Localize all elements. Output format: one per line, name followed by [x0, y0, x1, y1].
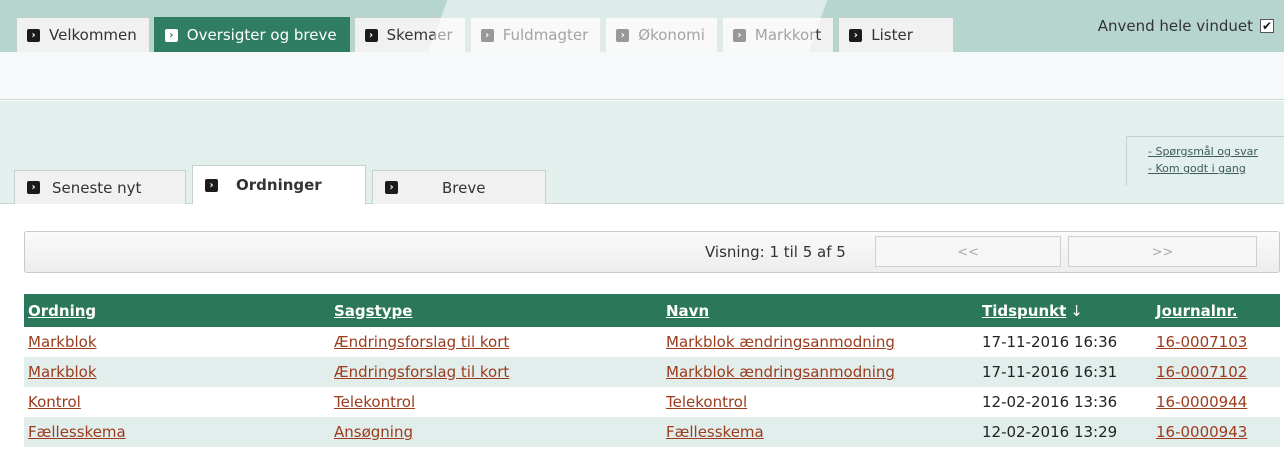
- cell-tidspunkt: 12-02-2016 13:29: [978, 417, 1152, 447]
- table-row: Markblok Ændringsforslag til kort Markbl…: [24, 357, 1280, 387]
- tab-skemaer[interactable]: › Skemaer: [353, 17, 466, 52]
- next-page-button[interactable]: >>: [1068, 236, 1257, 267]
- navn-link[interactable]: Telekontrol: [666, 393, 747, 411]
- cell-tidspunkt: 17-11-2016 16:31: [978, 357, 1152, 387]
- cell-journalnr: 16-0000944: [1152, 387, 1280, 417]
- tab-label: Velkommen: [49, 26, 137, 44]
- arrow-right-icon: ›: [385, 181, 398, 194]
- tab-label: Oversigter og breve: [186, 26, 337, 44]
- journalnr-link[interactable]: 16-0007103: [1156, 333, 1247, 351]
- tab-label: Ordninger: [236, 176, 322, 194]
- ordning-link[interactable]: Fællesskema: [28, 423, 126, 441]
- sagstype-link[interactable]: Telekontrol: [334, 393, 415, 411]
- header-label: Ordning: [28, 301, 97, 320]
- fullwindow-toggle: Anvend hele vinduet ✔: [1098, 17, 1274, 35]
- journalnr-link[interactable]: 16-0000944: [1156, 393, 1247, 411]
- tab-fuldmagter[interactable]: › Fuldmagter: [469, 17, 602, 52]
- main-tabs: › Velkommen › Oversigter og breve › Skemaer…: [16, 17, 958, 52]
- cell-ordning: Kontrol: [24, 387, 330, 417]
- tab-ordninger[interactable]: › Ordninger: [192, 165, 366, 205]
- tab-markkort[interactable]: › Markkort: [721, 17, 835, 52]
- cell-journalnr: 16-0007103: [1152, 327, 1280, 357]
- tab-label: Skemaer: [386, 26, 453, 44]
- cell-sagstype: Ansøgning: [330, 417, 662, 447]
- cell-ordning: Fællesskema: [24, 417, 330, 447]
- cell-sagstype: Telekontrol: [330, 387, 662, 417]
- table-row: Markblok Ændringsforslag til kort Markbl…: [24, 327, 1280, 357]
- cell-navn: Fællesskema: [662, 417, 978, 447]
- tab-lister[interactable]: › Lister: [838, 17, 954, 52]
- sagstype-link[interactable]: Ændringsforslag til kort: [334, 363, 509, 381]
- arrow-right-icon: ›: [480, 28, 494, 42]
- column-header-navn[interactable]: Navn: [662, 294, 978, 327]
- cell-journalnr: 16-0007102: [1152, 357, 1280, 387]
- cell-navn: Markblok ændringsanmodning: [662, 327, 978, 357]
- table-row: Fællesskema Ansøgning Fællesskema 12-02-…: [24, 417, 1280, 447]
- table-row: Kontrol Telekontrol Telekontrol 12-02-20…: [24, 387, 1280, 417]
- journalnr-link[interactable]: 16-0007102: [1156, 363, 1247, 381]
- tab-label: Markkort: [754, 26, 822, 44]
- tab-label: Lister: [871, 26, 913, 44]
- header-label: Tidspunkt: [982, 301, 1067, 320]
- cell-ordning: Markblok: [24, 327, 330, 357]
- column-header-sagstype[interactable]: Sagstype: [330, 294, 662, 327]
- fullwindow-label: Anvend hele vinduet: [1097, 17, 1253, 35]
- arrow-right-icon: ›: [205, 178, 218, 192]
- cell-sagstype: Ændringsforslag til kort: [330, 357, 662, 387]
- tab-label: Seneste nyt: [52, 178, 142, 197]
- cell-tidspunkt: 12-02-2016 13:36: [982, 393, 1118, 411]
- getting-started-link[interactable]: - Kom godt i gang: [1148, 160, 1284, 177]
- column-header-journalnr[interactable]: Journalnr.: [1152, 294, 1280, 327]
- arrow-right-icon: ›: [164, 28, 178, 42]
- tab-oversigter-og-breve[interactable]: › Oversigter og breve: [153, 17, 350, 52]
- main-tab-bar: › Velkommen › Oversigter og breve › Skemaer…: [0, 0, 1284, 60]
- sagstype-link[interactable]: Ansøgning: [334, 423, 413, 441]
- tab-seneste-nyt[interactable]: › Seneste nyt: [14, 170, 186, 204]
- pager-bar: Visning: 1 til 5 af 5 << >>: [24, 231, 1280, 273]
- toolbar-strip: [0, 52, 1284, 100]
- tab-label: Fuldmagter: [502, 26, 589, 44]
- arrow-right-icon: ›: [849, 28, 863, 42]
- arrow-right-icon: ›: [732, 28, 746, 42]
- table-header-row: Ordning Sagstype Navn Tidspunkt ↓ Journal…: [24, 294, 1280, 327]
- navn-link[interactable]: Fællesskema: [666, 423, 764, 441]
- cell-journalnr: 16-0000943: [1152, 417, 1280, 447]
- ordning-link[interactable]: Markblok: [28, 333, 97, 351]
- column-header-ordning[interactable]: Ordning: [24, 294, 330, 327]
- journalnr-link[interactable]: 16-0000943: [1156, 423, 1247, 441]
- header-label: Navn: [666, 301, 710, 320]
- sort-desc-icon: ↓: [1070, 301, 1083, 320]
- cell-navn: Markblok ændringsanmodning: [662, 357, 978, 387]
- previous-page-button[interactable]: <<: [875, 236, 1061, 267]
- ordning-link[interactable]: Markblok: [28, 363, 97, 381]
- header-label: Journalnr.: [1156, 301, 1238, 320]
- column-header-tidspunkt[interactable]: Tidspunkt ↓: [978, 294, 1152, 327]
- cell-tidspunkt: 17-11-2016 16:36: [982, 333, 1118, 351]
- arrow-right-icon: ›: [364, 28, 378, 42]
- header-label: Sagstype: [334, 301, 413, 320]
- cell-sagstype: Ændringsforslag til kort: [330, 327, 662, 357]
- arrow-right-icon: ›: [27, 28, 40, 42]
- faq-link[interactable]: - Spørgsmål og svar: [1148, 143, 1284, 160]
- navn-link[interactable]: Markblok ændringsanmodning: [666, 333, 895, 351]
- arrow-right-icon: ›: [616, 28, 630, 42]
- tab-breve[interactable]: › Breve: [372, 170, 546, 204]
- tab-velkommen[interactable]: › Velkommen: [16, 17, 150, 52]
- arrow-right-icon: ›: [27, 181, 40, 194]
- tab-okonomi[interactable]: › Økonomi: [605, 17, 718, 52]
- cell-ordning: Markblok: [24, 357, 330, 387]
- tab-label: Breve: [442, 178, 486, 197]
- sub-tabs: › Seneste nyt › Ordninger › Breve: [14, 165, 552, 205]
- cell-navn: Telekontrol: [662, 387, 978, 417]
- navn-link[interactable]: Markblok ændringsanmodning: [666, 363, 895, 381]
- sagstype-link[interactable]: Ændringsforslag til kort: [334, 333, 509, 351]
- help-links: - Spørgsmål og svar - Kom godt i gang: [1126, 136, 1284, 186]
- ordning-link[interactable]: Kontrol: [28, 393, 81, 411]
- fullwindow-checkbox[interactable]: ✔: [1260, 19, 1274, 33]
- ordninger-table: Ordning Sagstype Navn Tidspunkt ↓ Journal…: [24, 294, 1280, 447]
- tab-label: Økonomi: [638, 26, 705, 44]
- pager-info: Visning: 1 til 5 af 5: [705, 243, 846, 261]
- sub-tab-area: - Spørgsmål og svar - Kom godt i gang › S…: [0, 101, 1284, 205]
